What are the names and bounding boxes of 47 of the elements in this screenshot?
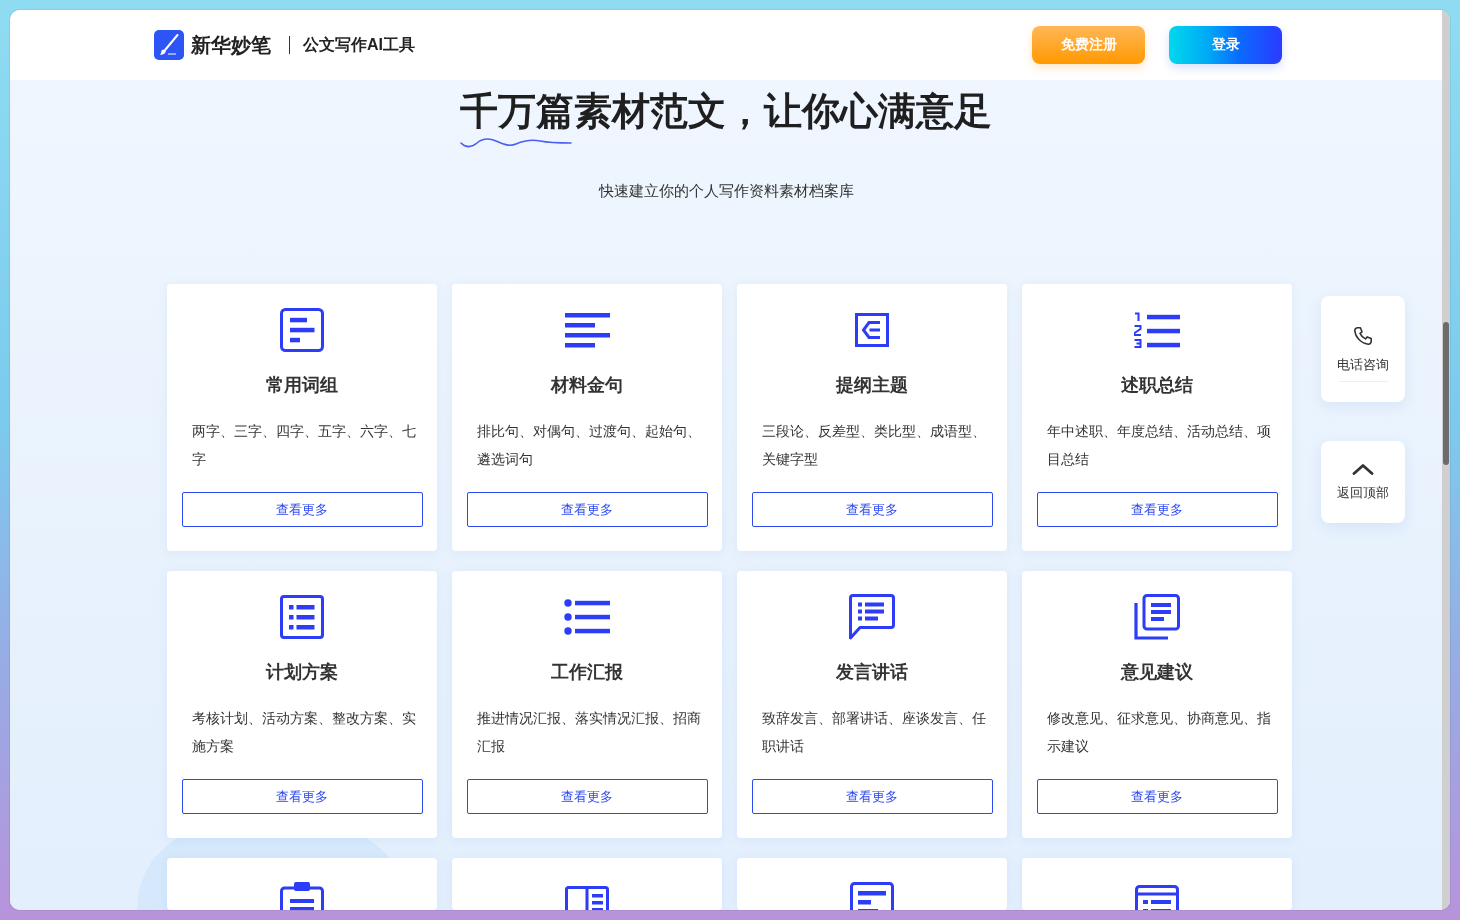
scrollbar-thumb[interactable] [1443,322,1449,465]
card-description: 考核计划、活动方案、整改方案、实施方案 [191,709,417,756]
phone-icon [1353,326,1373,346]
view-more-button[interactable]: 查看更多 [751,492,993,527]
card-description: 修改意见、征求意见、协商意见、指示建议 [1046,709,1272,756]
card-title: 发言讲话 [836,661,908,684]
phone-consult-button[interactable]: 电话咨询 [1321,296,1405,402]
stacked-documents-icon [1134,594,1180,640]
page-title: 千万篇素材范文，让你心满意足 [460,89,992,134]
card-title: 计划方案 [266,661,338,684]
window-list-icon [1135,882,1179,910]
product-name: 公文写作AI工具 [303,35,415,55]
form-document-icon [850,882,894,910]
view-more-button[interactable]: 查看更多 [181,779,423,814]
view-more-button[interactable]: 查看更多 [751,779,993,814]
clipboard-icon [280,882,324,910]
card-title: 常用词组 [266,374,338,397]
back-to-top-button[interactable]: 返回顶部 [1321,441,1405,523]
view-more-button[interactable]: 查看更多 [181,492,423,527]
card-title: 提纲主题 [836,374,908,397]
view-more-button[interactable]: 查看更多 [1036,779,1278,814]
list-box-icon [280,595,324,639]
document-icon [280,308,324,352]
page-subtitle: 快速建立你的个人写作资料素材档案库 [598,181,854,201]
card-description: 年中述职、年度总结、活动总结、项目总结 [1046,422,1272,469]
view-more-button[interactable]: 查看更多 [466,492,708,527]
numbered-list-icon [1134,312,1180,348]
wavy-underline-icon [460,137,572,149]
card-title: 材料金句 [551,374,623,397]
card-title: 述职总结 [1121,374,1193,397]
brand-name: 新华妙笔 [191,33,271,58]
chevron-up-icon [1352,463,1374,475]
card-description: 排比句、对偶句、过渡句、起始句、遴选词句 [476,422,702,469]
view-more-button[interactable]: 查看更多 [1036,492,1278,527]
brush-logo-icon [154,30,184,60]
card-description: 致辞发言、部署讲话、座谈发言、任职讲话 [761,709,987,756]
card-title: 意见建议 [1121,661,1193,684]
card-description: 两字、三字、四字、五字、六字、七字 [191,422,417,469]
bulleted-list-icon [564,599,610,635]
text-lines-icon [564,312,610,348]
card-title: 工作汇报 [551,661,623,684]
view-more-button[interactable]: 查看更多 [466,779,708,814]
card-description: 三段论、反差型、类比型、成语型、关键字型 [761,422,987,469]
login-button[interactable]: 登录 [1169,26,1282,64]
speech-bubble-icon [849,594,895,640]
tree-box-icon [855,313,889,347]
card-description: 推进情况汇报、落实情况汇报、招商汇报 [476,709,702,756]
